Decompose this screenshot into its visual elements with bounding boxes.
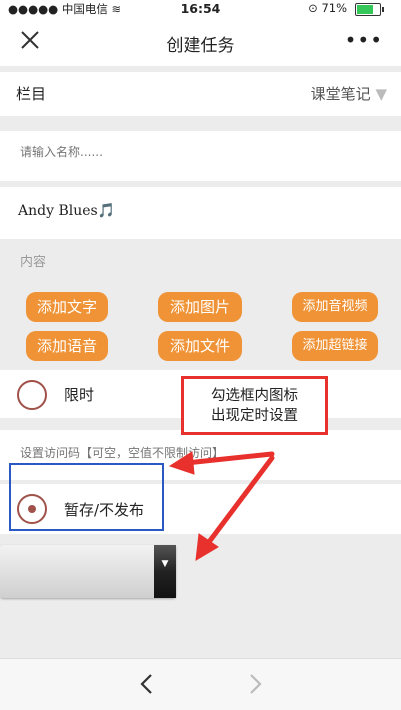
text-content-row[interactable]: Andy Blues🎵 (0, 187, 401, 239)
callout-line-1: 勾选框内图标 (211, 388, 298, 404)
add-file-button[interactable]: 添加文件 (158, 331, 242, 361)
add-buttons-panel: 添加文字 添加图片 添加音视频 添加语音 添加文件 添加超链接 (0, 280, 401, 366)
chevron-down-icon: ▼ (375, 85, 387, 103)
status-bar: ●●●●● 中国电信 ≋ 16:54 ⊙ 71% (0, 0, 401, 18)
name-input[interactable] (18, 144, 382, 160)
battery-icon (355, 3, 384, 16)
callout-line-2: 出现定时设置 (211, 408, 298, 424)
add-link-button[interactable]: 添加超链接 (292, 331, 378, 361)
add-text-button[interactable]: 添加文字 (26, 292, 108, 322)
column-row[interactable]: 栏目 课堂笔记 ▼ (0, 72, 401, 116)
arrow-head-2 (195, 533, 219, 561)
bottom-toolbar (0, 658, 401, 710)
battery-group: ⊙ 71% (308, 1, 347, 15)
annotation-callout: 勾选框内图标 出现定时设置 (181, 376, 328, 435)
timed-radio[interactable] (17, 380, 47, 410)
text-content-value: Andy Blues🎵 (18, 203, 116, 219)
add-image-button[interactable]: 添加图片 (158, 292, 242, 322)
name-field-row (0, 131, 401, 181)
annotation-blue-box (9, 463, 164, 531)
column-value: 课堂笔记 (310, 85, 371, 103)
access-code-input[interactable] (18, 445, 342, 461)
column-select[interactable]: 课堂笔记 ▼ (311, 83, 387, 104)
triangle-down-icon: ▼ (161, 559, 169, 569)
timed-label: 限时 (64, 386, 95, 404)
add-voice-button[interactable]: 添加语音 (26, 331, 108, 361)
battery-percent: 71% (321, 1, 347, 15)
column-label: 栏目 (16, 85, 47, 103)
picker-dropdown-button[interactable]: ▼ (154, 545, 176, 598)
content-label: 内容 (20, 255, 47, 270)
nav-bar: 创建任务 ••• (0, 18, 401, 66)
forward-arrow-icon[interactable] (246, 673, 264, 699)
add-av-button[interactable]: 添加音视频 (292, 292, 378, 322)
more-icon[interactable]: ••• (345, 28, 383, 52)
lock-rotation-icon: ⊙ (308, 1, 318, 15)
back-arrow-icon[interactable] (138, 673, 156, 699)
page-title: 创建任务 (166, 36, 235, 56)
time-picker-select[interactable]: ▼ (0, 545, 176, 598)
